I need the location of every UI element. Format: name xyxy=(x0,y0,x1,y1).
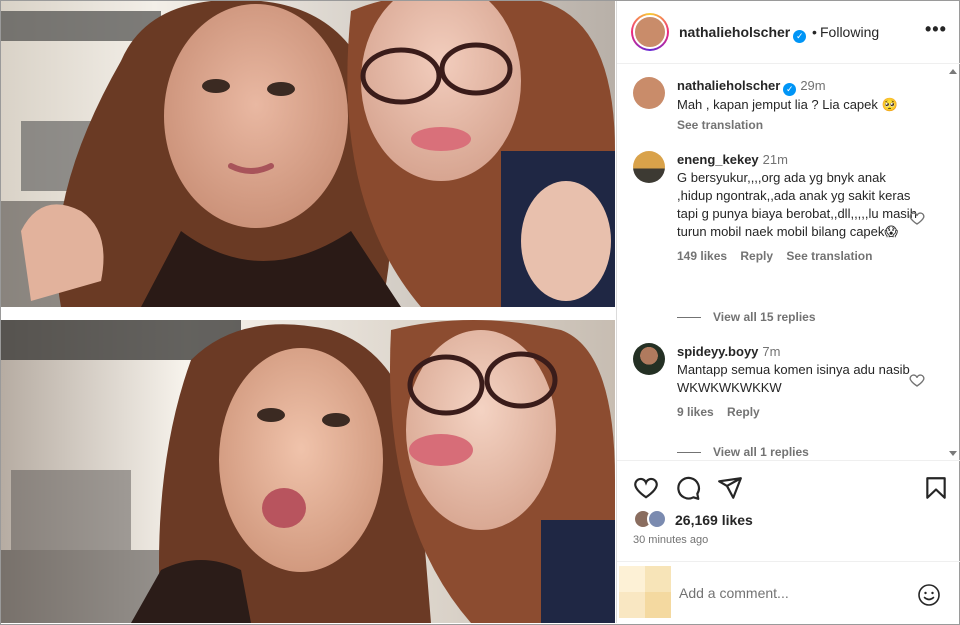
comment-item: spideyy.boyy 7m Mantapp semua komen isiny… xyxy=(633,343,933,433)
see-translation-link[interactable]: See translation xyxy=(786,249,872,263)
avatar[interactable] xyxy=(633,151,665,183)
following-button[interactable]: Following xyxy=(820,24,879,40)
avatar[interactable] xyxy=(633,343,665,375)
heart-icon[interactable] xyxy=(633,475,659,501)
reply-button[interactable]: Reply xyxy=(740,249,773,263)
comment-author[interactable]: eneng_kekey xyxy=(677,152,759,167)
comment-author[interactable]: spideyy.boyy xyxy=(677,344,758,359)
post-actions: 26,169 likes 30 minutes ago xyxy=(617,460,960,560)
caption-time[interactable]: 29m xyxy=(800,78,825,93)
avatar[interactable] xyxy=(633,77,665,109)
caption-author[interactable]: nathalieholscher xyxy=(677,78,780,93)
scroll-up-icon[interactable] xyxy=(949,69,957,74)
comment-body: spideyy.boyy 7m Mantapp semua komen isiny… xyxy=(677,343,917,421)
see-translation-link[interactable]: See translation xyxy=(677,116,917,134)
caption-item: nathalieholscher ✓ 29m Mah , kapan jemput … xyxy=(633,77,933,137)
comments-scrollbar[interactable] xyxy=(949,65,960,460)
comment-meta: 149 likes Reply See translation xyxy=(677,247,917,265)
comment-body: eneng_kekey 21m G bersyukur,,,,org ada yg… xyxy=(677,151,917,265)
likes-count[interactable]: 26,169 likes xyxy=(675,512,753,528)
post-author-name[interactable]: nathalieholscher xyxy=(679,24,790,40)
liker-avatar[interactable] xyxy=(647,509,667,529)
post-photo-1[interactable] xyxy=(1,1,615,307)
comment-likes[interactable]: 9 likes xyxy=(677,405,714,419)
verified-icon: ✓ xyxy=(783,83,797,96)
post-author[interactable]: nathalieholscher ✓ xyxy=(679,24,807,43)
emoji-icon[interactable] xyxy=(917,583,941,607)
heart-icon[interactable] xyxy=(908,371,926,389)
view-replies-button[interactable]: View all 15 replies xyxy=(677,310,816,324)
share-icon[interactable] xyxy=(717,475,743,501)
reply-button[interactable]: Reply xyxy=(727,405,760,419)
post-header: nathalieholscher ✓ • Following ••• xyxy=(617,1,960,64)
caption-body: nathalieholscher ✓ 29m Mah , kapan jemput … xyxy=(677,77,917,134)
avatar[interactable] xyxy=(633,15,667,49)
comment-time[interactable]: 21m xyxy=(763,152,788,167)
comment-input[interactable] xyxy=(679,582,899,604)
pixelated-avatar xyxy=(619,566,671,618)
comment-likes[interactable]: 149 likes xyxy=(677,249,727,263)
post-side-panel: nathalieholscher ✓ • Following ••• nathal… xyxy=(616,1,960,623)
post-media[interactable] xyxy=(1,1,615,623)
heart-icon[interactable] xyxy=(908,209,926,227)
scroll-down-icon[interactable] xyxy=(949,451,957,456)
view-replies-button[interactable]: View all 1 replies xyxy=(677,445,809,459)
post-time[interactable]: 30 minutes ago xyxy=(633,534,708,546)
comment-composer xyxy=(617,561,960,623)
story-ring[interactable] xyxy=(631,13,669,51)
comment-time[interactable]: 7m xyxy=(762,344,780,359)
post-photo-2[interactable] xyxy=(1,320,615,623)
comment-text: G bersyukur,,,,org ada yg bnyk anak ,hid… xyxy=(677,170,917,239)
comment-text: Mantapp semua komen isinya adu nasib WKW… xyxy=(677,362,910,395)
comments-list[interactable]: nathalieholscher ✓ 29m Mah , kapan jemput … xyxy=(617,65,960,460)
verified-icon: ✓ xyxy=(793,30,807,43)
comment-icon[interactable] xyxy=(675,475,701,501)
comment-meta: 9 likes Reply xyxy=(677,403,917,421)
bookmark-icon[interactable] xyxy=(923,475,949,501)
separator-dot: • xyxy=(812,24,817,40)
more-options-button[interactable]: ••• xyxy=(925,19,947,40)
caption-text: Mah , kapan jemput lia ? Lia capek 🥺 xyxy=(677,97,898,112)
